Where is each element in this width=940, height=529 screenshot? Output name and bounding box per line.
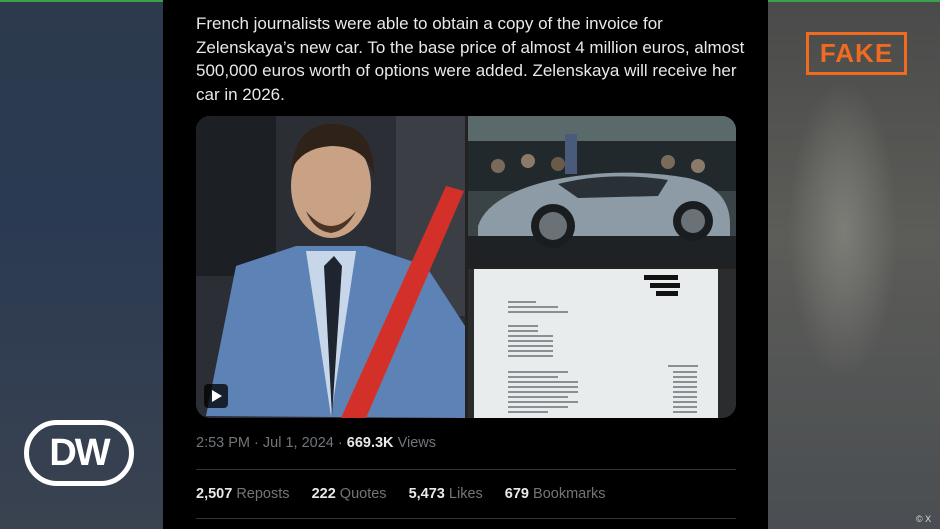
reposts-count: 2,507 [196,486,233,502]
play-icon [212,390,222,402]
reposts-label: Reposts [236,486,290,502]
views-label: Views [397,435,436,451]
tweet-text: French journalists were able to obtain a… [196,14,745,104]
photo-man-in-car[interactable] [196,116,465,418]
tweet-card: French journalists were able to obtain a… [163,0,768,529]
quotes-stat[interactable]: 222 Quotes [312,486,387,502]
bookmarks-count: 679 [504,486,529,502]
tweet-date[interactable]: Jul 1, 2024 [263,435,334,451]
likes-label: Likes [448,486,483,502]
image-credit: © X [916,514,932,524]
likes-stat[interactable]: 5,473 Likes [409,486,483,502]
divider [196,518,736,519]
dw-logo: DW [24,420,134,486]
views-count: 669.3K [346,435,394,451]
play-video-button[interactable] [204,384,228,408]
background-right [768,0,940,529]
reposts-stat[interactable]: 2,507 Reposts [196,486,290,502]
divider [196,469,736,470]
photo-invoice-document[interactable] [468,269,736,418]
photo-car-at-event[interactable] [468,116,736,266]
quotes-count: 222 [311,486,336,502]
tweet-media-grid[interactable] [196,116,736,418]
tweet-engagement-stats: 2,507 Reposts 222 Quotes 5,473 Likes 679… [196,486,624,502]
quotes-label: Quotes [339,486,387,502]
bookmarks-label: Bookmarks [533,486,606,502]
fake-badge: FAKE [806,32,907,75]
tweet-timestamp: 2:53 PM · Jul 1, 2024 · 669.3K Views [196,435,436,451]
separator-dot: · [254,435,259,451]
tweet-time: 2:53 PM [196,435,250,451]
likes-count: 5,473 [408,486,445,502]
bookmarks-stat[interactable]: 679 Bookmarks [505,486,606,502]
separator-dot: · [337,435,343,451]
